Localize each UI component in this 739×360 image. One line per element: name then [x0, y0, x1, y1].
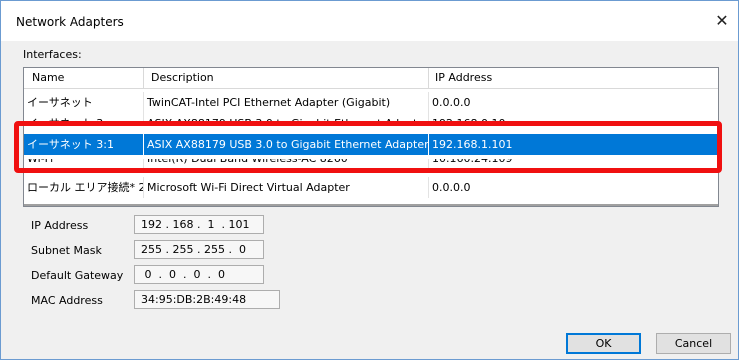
- mac-address-field[interactable]: 34:95:DB:2B:49:48: [134, 290, 280, 309]
- column-header-ip-address[interactable]: IP Address: [429, 68, 718, 88]
- ip-address-label: IP Address: [31, 219, 89, 232]
- ip-address-field[interactable]: 192 . 168 . 1 . 101: [134, 215, 264, 234]
- subnet-mask-field[interactable]: 255 . 255 . 255 . 0: [134, 240, 264, 259]
- default-gateway-field[interactable]: 0 . 0 . 0 . 0: [134, 265, 264, 284]
- list-header: Name Description IP Address: [24, 68, 718, 89]
- adapter-row-selected[interactable]: イーサネット 3:1 ASIX AX88179 USB 3.0 to Gigab…: [24, 134, 718, 155]
- interfaces-label: Interfaces:: [23, 48, 82, 61]
- close-icon[interactable]: ✕: [710, 9, 734, 33]
- adapter-ip: 10.160.24.109: [429, 159, 718, 169]
- adapter-ip: 0.0.0.0: [432, 96, 471, 109]
- column-header-name[interactable]: Name: [24, 68, 144, 88]
- adapter-name: イーサネット 3: [24, 113, 144, 123]
- adapter-ip: 0.0.0.0: [432, 181, 471, 194]
- mac-address-label: MAC Address: [31, 294, 103, 307]
- network-adapters-dialog: Network Adapters ✕ Interfaces: Name Desc…: [0, 0, 739, 360]
- ok-button[interactable]: OK: [566, 333, 641, 354]
- adapter-description: Intel(R) Dual Band Wireless-AC 8260: [144, 159, 429, 169]
- cancel-button[interactable]: Cancel: [656, 333, 731, 354]
- adapter-description: ASIX AX88179 USB 3.0 to Gigabit Ethernet…: [144, 113, 429, 123]
- subnet-mask-label: Subnet Mask: [31, 244, 102, 257]
- adapter-row[interactable]: イーサネット TwinCAT-Intel PCI Ethernet Adapte…: [24, 92, 718, 113]
- adapter-description: Microsoft Wi-Fi Direct Virtual Adapter: [144, 177, 429, 198]
- adapter-name: ローカル エリア接続* 2: [24, 177, 144, 198]
- adapter-row[interactable]: Wi-Fi Intel(R) Dual Band Wireless-AC 826…: [24, 159, 718, 169]
- adapter-row[interactable]: ローカル エリア接続* 2 Microsoft Wi-Fi Direct Vir…: [24, 177, 718, 198]
- adapter-ip: 192.168.0.10: [429, 113, 718, 123]
- adapter-row[interactable]: イーサネット 3 ASIX AX88179 USB 3.0 to Gigabit…: [24, 113, 718, 123]
- title-bar: Network Adapters ✕: [1, 1, 738, 41]
- adapter-name: Wi-Fi: [24, 159, 144, 169]
- adapter-name: イーサネット: [24, 92, 144, 113]
- adapter-description: ASIX AX88179 USB 3.0 to Gigabit Ethernet…: [144, 134, 429, 155]
- adapter-name: イーサネット 3:1: [24, 134, 144, 155]
- adapter-description: TwinCAT-Intel PCI Ethernet Adapter (Giga…: [144, 92, 429, 113]
- column-header-description[interactable]: Description: [144, 68, 429, 88]
- interfaces-list[interactable]: Name Description IP Address イーサネット TwinC…: [23, 67, 719, 207]
- window-title: Network Adapters: [16, 15, 124, 29]
- adapter-ip: 192.168.1.101: [432, 138, 513, 151]
- default-gateway-label: Default Gateway: [31, 269, 124, 282]
